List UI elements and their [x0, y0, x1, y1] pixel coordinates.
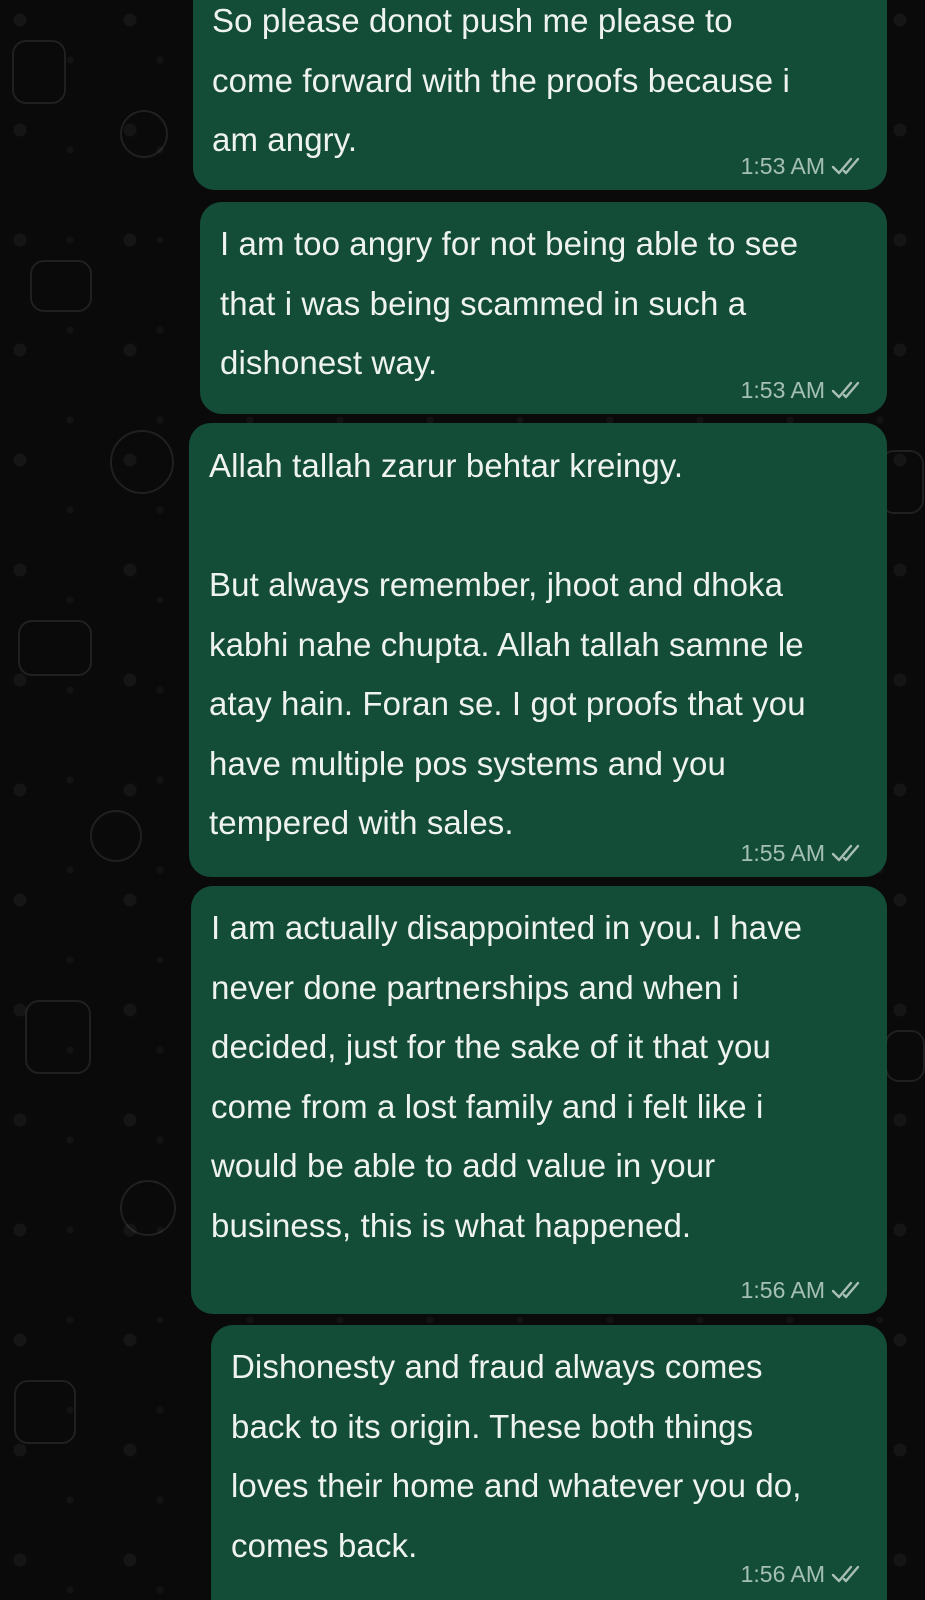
- outgoing-message[interactable]: I am actually disappointed in you. I hav…: [191, 886, 887, 1314]
- outgoing-message[interactable]: Allah tallah zarur behtar kreingy. But a…: [189, 423, 887, 877]
- chat-thread: So please donot push me please to come f…: [0, 0, 925, 1600]
- message-timestamp: 1:53 AM: [740, 153, 825, 179]
- message-text: Allah tallah zarur behtar kreingy. But a…: [209, 447, 806, 841]
- message-timestamp: 1:55 AM: [740, 840, 825, 866]
- message-meta: 1:56 AM: [741, 1560, 865, 1588]
- message-meta: 1:56 AM: [741, 1276, 865, 1304]
- message-text: I am too angry for not being able to see…: [220, 225, 799, 381]
- double-check-icon: [831, 1281, 860, 1299]
- double-check-icon: [831, 844, 860, 862]
- message-timestamp: 1:56 AM: [740, 1561, 825, 1587]
- message-text: Dishonesty and fraud always comes back t…: [231, 1348, 802, 1564]
- message-text: So please donot push me please to come f…: [212, 2, 790, 158]
- double-check-icon: [831, 1565, 860, 1583]
- message-meta: 1:53 AM: [741, 152, 865, 180]
- double-check-icon: [831, 157, 860, 175]
- message-meta: 1:53 AM: [741, 376, 865, 404]
- outgoing-message[interactable]: I am too angry for not being able to see…: [200, 202, 887, 414]
- double-check-icon: [831, 381, 860, 399]
- message-timestamp: 1:53 AM: [740, 377, 825, 403]
- message-timestamp: 1:56 AM: [740, 1277, 825, 1303]
- outgoing-message[interactable]: Dishonesty and fraud always comes back t…: [211, 1325, 887, 1600]
- outgoing-message[interactable]: So please donot push me please to come f…: [193, 0, 887, 190]
- message-meta: 1:55 AM: [741, 839, 865, 867]
- message-text: I am actually disappointed in you. I hav…: [211, 909, 803, 1244]
